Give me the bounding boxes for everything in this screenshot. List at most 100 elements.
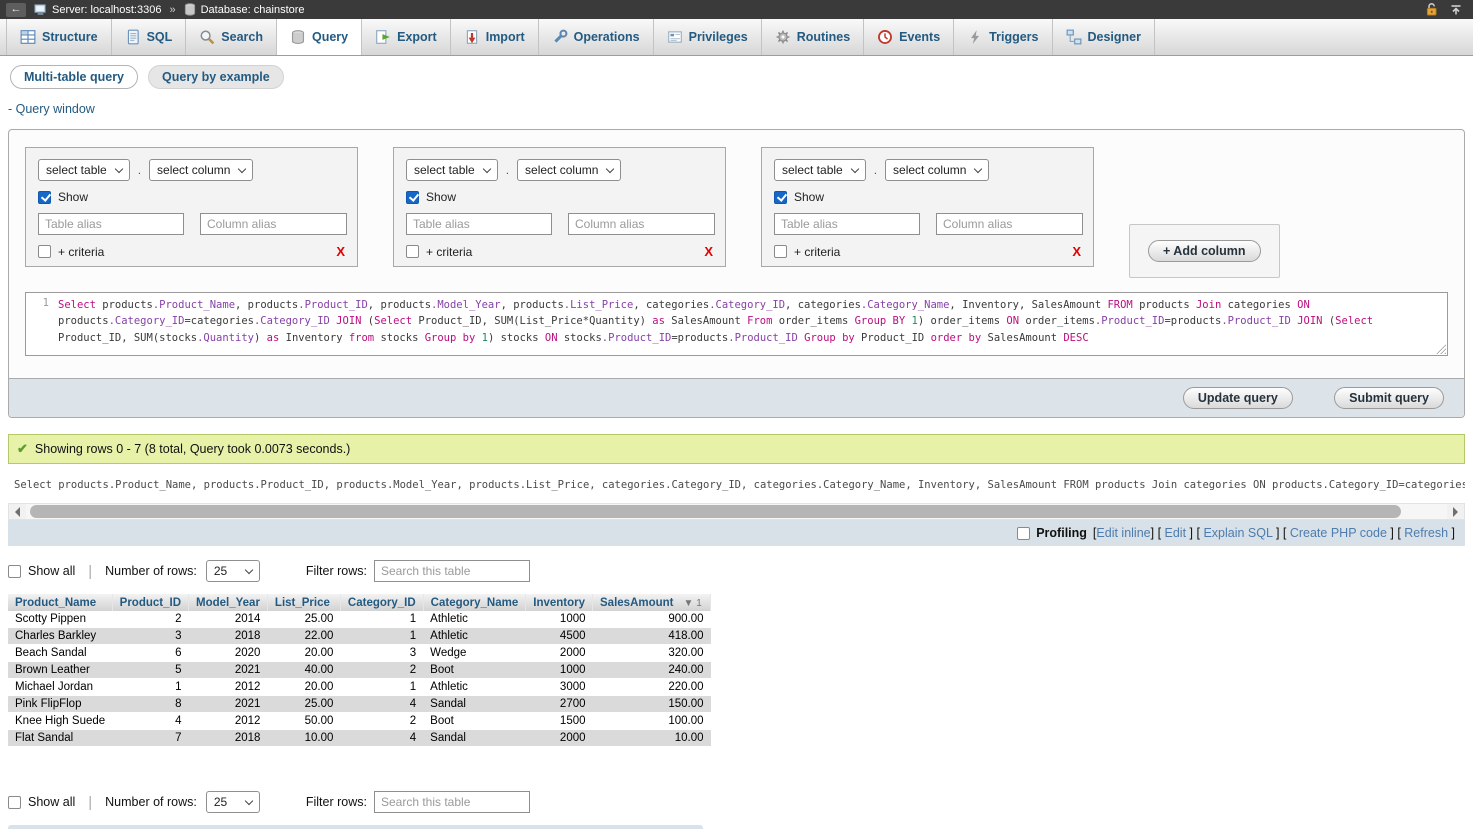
select-table-dropdown[interactable]: select table [38,159,130,181]
row-controls-top: Show all | Number of rows: 25 Filter row… [8,560,1465,582]
tab-designer[interactable]: Designer [1053,19,1156,55]
chevron-down-icon [245,796,253,804]
query-echo: Select products.Product_Name, products.P… [8,464,1465,546]
query-icon [290,29,306,45]
column-alias-input[interactable] [200,213,347,235]
page-size-select[interactable]: 25 [206,560,260,582]
tab-privileges[interactable]: Privileges [654,19,762,55]
column-header-model-year[interactable]: Model_Year [189,594,268,611]
sql-editor-code[interactable]: Select products.Product_Name, products.P… [56,293,1447,355]
action-link-create-php-code[interactable]: Create PHP code [1290,526,1387,540]
remove-column-button[interactable]: X [1072,244,1081,259]
column-header-salesamount-label: SalesAmount [600,597,674,609]
show-checkbox[interactable] [406,191,419,204]
scrollbar-thumb[interactable] [30,505,1401,518]
column-header-salesamount[interactable]: SalesAmount▼ 1 [593,594,711,611]
table-alias-input[interactable] [774,213,920,235]
remove-column-button[interactable]: X [336,244,345,259]
table-row[interactable]: Michael Jordan1201220.001Athletic3000220… [8,679,711,696]
table-row[interactable]: Scotty Pippen2201425.001Athletic1000900.… [8,611,711,628]
select-table-value: select table [414,163,475,177]
column-header-product-id[interactable]: Product_ID [112,594,188,611]
resize-handle-icon[interactable] [1436,344,1446,354]
column-alias-input[interactable] [568,213,715,235]
action-link-edit[interactable]: Edit [1165,526,1187,540]
select-column-dropdown[interactable]: select column [517,159,621,181]
submit-query-button[interactable]: Submit query [1334,387,1444,409]
tab-events[interactable]: Events [864,19,954,55]
table-row[interactable]: Brown Leather5202140.002Boot1000240.00 [8,662,711,679]
column-header-category-id[interactable]: Category_ID [340,594,423,611]
success-message: ✔ Showing rows 0 - 7 (8 total, Query too… [8,434,1465,464]
query-tools-bar: Profiling [Edit inline] [ Edit ] [ Expla… [8,520,1465,546]
query-subtabs: Multi-table query Query by example [10,65,1473,89]
tab-import-label: Import [486,30,525,44]
tab-query[interactable]: Query [277,19,362,55]
tab-operations[interactable]: Operations [539,19,654,55]
subtab-query-by-example[interactable]: Query by example [148,65,284,89]
column-header-product-name[interactable]: Product_Name [8,594,112,611]
select-table-dropdown[interactable]: select table [774,159,866,181]
page-size-value: 25 [214,564,227,578]
breadcrumb-server[interactable]: Server: localhost:3306 [52,4,161,16]
tab-search[interactable]: Search [186,19,277,55]
tab-routines[interactable]: Routines [762,19,864,55]
table-row[interactable]: Knee High Suede4201250.002Boot1500100.00 [8,713,711,730]
remove-column-button[interactable]: X [704,244,713,259]
page-size-select[interactable]: 25 [206,791,260,813]
dot-separator: . [506,163,509,177]
select-column-dropdown[interactable]: select column [149,159,253,181]
table-row[interactable]: Charles Barkley3201822.001Athletic450041… [8,628,711,645]
tab-structure[interactable]: Structure [6,19,112,55]
results-table: Product_Name Product_ID Model_Year List_… [8,594,711,747]
table-row[interactable]: Beach Sandal6202020.003Wedge2000320.00 [8,645,711,662]
table-alias-input[interactable] [38,213,184,235]
tab-export[interactable]: Export [362,19,451,55]
show-all-checkbox[interactable] [8,565,21,578]
profiling-checkbox[interactable] [1017,527,1030,540]
action-link-explain-sql[interactable]: Explain SQL [1203,526,1272,540]
filter-rows-input[interactable] [374,560,530,582]
column-header-list-price[interactable]: List_Price [267,594,340,611]
show-checkbox[interactable] [774,191,787,204]
database-icon [184,3,196,16]
executed-sql-text: Select products.Product_Name, products.P… [8,464,1465,503]
success-message-text: Showing rows 0 - 7 (8 total, Query took … [35,442,350,456]
column-header-inventory[interactable]: Inventory [526,594,593,611]
show-checkbox[interactable] [38,191,51,204]
tab-sql[interactable]: SQL [112,19,187,55]
table-row[interactable]: Pink FlipFlop8202125.004Sandal2700150.00 [8,696,711,713]
update-query-button[interactable]: Update query [1183,387,1293,409]
horizontal-scrollbar[interactable] [8,503,1465,520]
back-button[interactable]: ← [6,3,26,17]
scroll-right-button[interactable] [1447,504,1464,519]
scroll-left-button[interactable] [9,504,26,519]
action-link-refresh[interactable]: Refresh [1404,526,1448,540]
criteria-checkbox[interactable] [38,245,51,258]
search-icon [199,29,215,45]
add-column-button[interactable]: + Add column [1148,240,1261,262]
table-row[interactable]: Flat Sandal7201810.004Sandal200010.00 [8,730,711,747]
action-link-edit-inline[interactable]: Edit inline [1096,526,1150,540]
filter-rows-input[interactable] [374,791,530,813]
column-header-category-name[interactable]: Category_Name [423,594,526,611]
select-column-dropdown[interactable]: select column [885,159,989,181]
tab-import[interactable]: Import [451,19,539,55]
column-alias-input[interactable] [936,213,1083,235]
tab-routines-label: Routines [797,30,850,44]
tab-triggers[interactable]: Triggers [954,19,1052,55]
query-window-link[interactable]: - Query window [8,102,1473,116]
privileges-icon [667,29,683,45]
show-all-checkbox[interactable] [8,796,21,809]
criteria-checkbox[interactable] [406,245,419,258]
sql-editor[interactable]: 1 Select products.Product_Name, products… [25,292,1448,356]
table-alias-input[interactable] [406,213,552,235]
scroll-top-icon[interactable] [1449,3,1463,17]
lock-icon[interactable] [1424,2,1439,17]
scrollbar-track[interactable] [26,504,1447,519]
subtab-multi-table-query[interactable]: Multi-table query [10,65,138,89]
criteria-checkbox[interactable] [774,245,787,258]
select-table-dropdown[interactable]: select table [406,159,498,181]
triangle-right-icon [1453,507,1458,517]
breadcrumb-database[interactable]: Database: chainstore [201,4,305,16]
